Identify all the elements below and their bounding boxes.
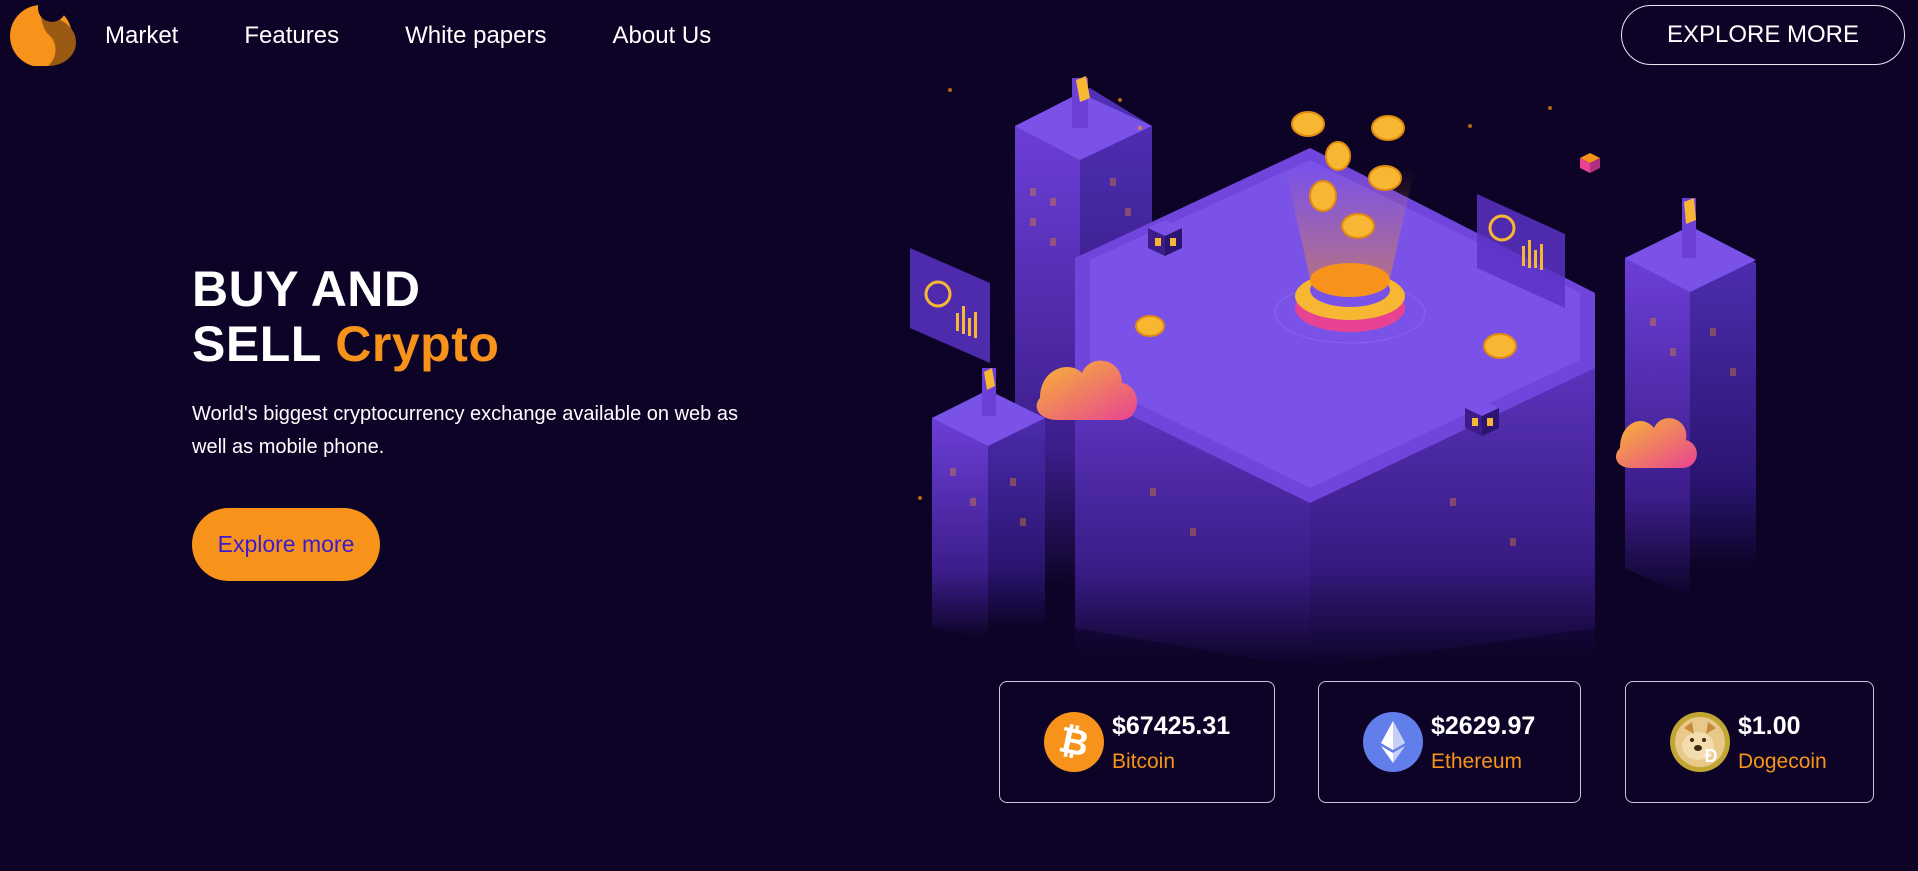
ethereum-name: Ethereum (1431, 750, 1523, 773)
explore-more-header-button[interactable]: EXPLORE MORE (1621, 5, 1905, 65)
hero-title-accent: Crypto (335, 316, 500, 372)
nav-item-market[interactable]: Market (105, 22, 178, 50)
bitcoin-icon: ₿ (1044, 712, 1104, 772)
bitcoin-price-card[interactable]: ₿ $67425.31 Bitcoin (999, 681, 1275, 803)
ethereum-price-card[interactable]: $2629.97 Ethereum (1318, 681, 1581, 803)
dogecoin-price: $1.00 (1738, 712, 1801, 740)
hero-title-line1: BUY AND (192, 261, 421, 317)
hero-title-line2-prefix: SELL (192, 316, 321, 372)
nav-item-features[interactable]: Features (244, 22, 339, 50)
hero-subtitle: World's biggest cryptocurrency exchange … (192, 403, 738, 458)
nav-item-white-papers[interactable]: White papers (405, 22, 546, 50)
dogecoin-price-card[interactable]: Ð $1.00 Dogecoin (1625, 681, 1874, 803)
svg-text:Ð: Ð (1705, 746, 1718, 766)
brand-logo-icon[interactable] (4, 2, 76, 66)
crypto-city-illustration (910, 76, 1756, 668)
explore-more-hero-button[interactable]: Explore more (192, 508, 380, 581)
bitcoin-name: Bitcoin (1112, 750, 1176, 773)
ethereum-icon (1363, 712, 1423, 772)
dogecoin-icon: Ð (1670, 712, 1730, 772)
bitcoin-price: $67425.31 (1112, 712, 1231, 740)
nav-item-about-us[interactable]: About Us (612, 22, 711, 50)
hero-title: BUY AND SELL Crypto (192, 262, 499, 372)
dogecoin-name: Dogecoin (1738, 750, 1827, 773)
main-nav: Market Features White papers About Us (105, 22, 777, 50)
ethereum-price: $2629.97 (1431, 712, 1536, 740)
